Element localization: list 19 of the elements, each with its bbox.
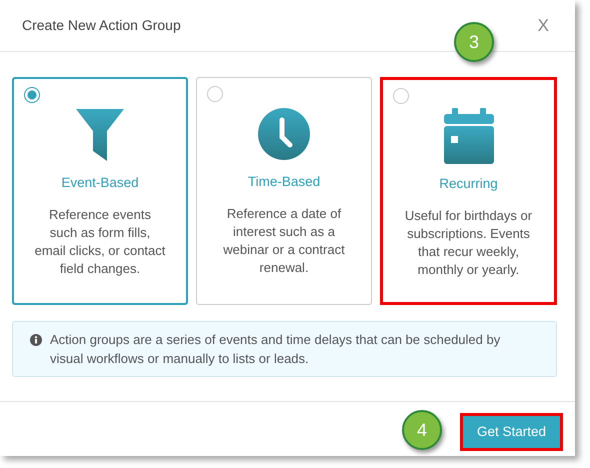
radio-button[interactable]	[207, 86, 223, 102]
info-icon	[30, 334, 42, 346]
radio-button[interactable]	[24, 87, 40, 103]
option-title: Event-Based	[60, 174, 140, 192]
clock-icon	[256, 106, 312, 162]
dialog-title: Create New Action Group	[22, 16, 181, 35]
option-title: Recurring	[438, 175, 499, 193]
option-card[interactable]: Event-Based Reference events such as form fills, email clicks, or contact field changes.	[12, 77, 188, 305]
info-text: Action groups are a series of events and time delays that can be scheduled by visual workflows or manually to lists or leads.	[50, 331, 502, 368]
step-marker: 4	[402, 410, 442, 450]
option-description: Reference a date of interest such as a webinar or a contract renewal.	[222, 205, 346, 278]
option-card[interactable]: Recurring Useful for birthdays or subscriptions. Events that recur weekly, monthly or yearly.	[380, 77, 557, 305]
step-marker: 3	[454, 22, 494, 62]
radio-button[interactable]	[393, 88, 409, 104]
option-card[interactable]: Time-Based Reference a date of interest such as a webinar or a contract renewal.	[196, 77, 372, 305]
option-description: Reference events such as form fills, email clicks, or contact field changes.	[34, 206, 166, 278]
option-description: Useful for birthdays or subscriptions. Events that recur weekly, monthly or yearly.	[404, 207, 534, 280]
option-title: Time-Based	[246, 173, 322, 191]
close-button[interactable]: X	[534, 12, 553, 38]
